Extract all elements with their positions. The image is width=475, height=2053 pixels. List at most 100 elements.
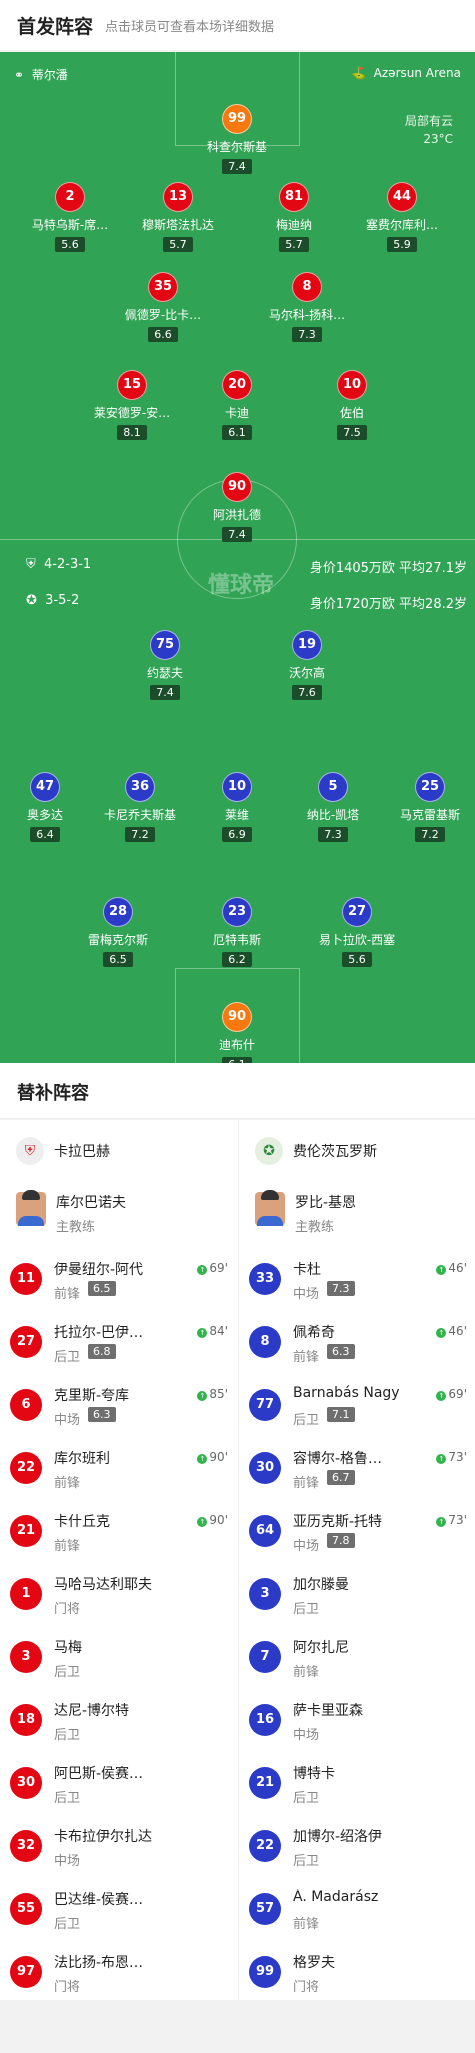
sub-player[interactable]: 64 亚历克斯-托特 中场 7.8 ↑ 73' — [249, 1507, 469, 1559]
sub-player[interactable]: 18 达尼-博尔特 后卫 — [10, 1696, 230, 1748]
sub-player[interactable]: 21 博特卡 后卫 — [249, 1759, 469, 1811]
sub-player[interactable]: 3 马梅后卫 — [10, 1633, 230, 1685]
sub-player[interactable]: 30 容博尔-格鲁… 前锋 6.7 ↑ 73' — [249, 1444, 469, 1496]
sub-in-icon: ↑ — [197, 1328, 208, 1338]
player-name: 马尔科-扬科… — [268, 308, 346, 322]
watermark: 懂球帝 — [208, 573, 275, 598]
home-player[interactable]: 8 马尔科-扬科… 7.3 — [247, 272, 367, 342]
player-position: 后卫 — [54, 1728, 81, 1743]
player-name: 佐伯 — [339, 406, 364, 420]
sub-player[interactable]: 33 卡杜 中场 7.3 ↑ 46' — [249, 1255, 469, 1307]
home-player[interactable]: 81 梅迪纳 5.7 — [234, 182, 354, 252]
player-number: 28 — [103, 897, 133, 927]
sub-player[interactable]: 32 卡布拉伊尔扎达 中场 — [10, 1822, 230, 1874]
sub-player[interactable]: 22 加博尔-绍洛伊 后卫 — [249, 1822, 469, 1874]
player-rating: 5.6 — [342, 952, 372, 967]
home-player[interactable]: 44 塞费尔库利… 5.9 — [342, 182, 462, 252]
sub-player[interactable]: 30 阿巴斯-侯赛… 后卫 — [10, 1759, 230, 1811]
player-name: Á. Madarász — [293, 1889, 379, 1905]
player-position: 后卫 — [293, 1791, 320, 1806]
sub-player[interactable]: 57 Á. Madarász 前锋 — [249, 1885, 469, 1937]
player-name: 格罗夫 — [293, 1955, 335, 1971]
player-number: 90 — [222, 472, 252, 502]
player-number: 3 — [10, 1641, 42, 1673]
away-player[interactable]: 25 马克雷基斯 7.2 — [370, 772, 475, 842]
home-player[interactable]: 35 佩德罗-比卡… 6.6 — [103, 272, 223, 342]
player-rating: 7.2 — [415, 827, 445, 842]
away-formation: ✪ 3-5-2 — [26, 593, 80, 608]
away-player[interactable]: 75 约瑟夫 7.4 — [105, 630, 225, 700]
home-player[interactable]: 15 莱安德罗-安… 8.1 — [72, 370, 192, 440]
sub-player[interactable]: 97 法比扬-布恩… 门将 — [10, 1948, 230, 2000]
sub-player[interactable]: 77 Barnabás Nagy 后卫 7.1 ↑ 69' — [249, 1381, 469, 1433]
player-number: 3 — [249, 1578, 281, 1610]
player-position: 后卫 — [293, 1413, 320, 1428]
away-player[interactable]: 19 沃尔高 7.6 — [247, 630, 367, 700]
player-number: 22 — [10, 1452, 42, 1484]
player-name: 穆斯塔法扎达 — [141, 218, 214, 232]
player-number: 8 — [292, 272, 322, 302]
away-player[interactable]: 28 雷梅克尔斯 6.5 — [58, 897, 178, 967]
away-bench-team[interactable]: ✪ 费伦茨瓦罗斯 — [255, 1136, 377, 1166]
sub-player[interactable]: 1 马哈马达利耶夫 门将 — [10, 1570, 230, 1622]
player-name: 卡迪 — [224, 406, 249, 420]
player-number: 27 — [10, 1326, 42, 1358]
away-player[interactable]: 23 厄特韦斯 6.2 — [177, 897, 297, 967]
player-rating: 6.6 — [148, 327, 178, 342]
player-position: 中场 — [293, 1728, 320, 1743]
player-number: 33 — [249, 1263, 281, 1295]
sub-player[interactable]: 6 克里斯-夸库 中场 6.3 ↑ 85' — [10, 1381, 230, 1433]
player-rating: 7.3 — [318, 827, 348, 842]
player-rating: 7.5 — [337, 425, 367, 440]
home-player[interactable]: 20 卡迪 6.1 — [177, 370, 297, 440]
sub-player[interactable]: 3 加尔滕曼 后卫 — [249, 1570, 469, 1622]
home-player[interactable]: 90 阿洪扎德 7.4 — [177, 472, 297, 542]
home-bench-team[interactable]: ⛨ 卡拉巴赫 — [16, 1136, 110, 1166]
player-number: 10 — [337, 370, 367, 400]
player-name: 亚历克斯-托特 — [293, 1514, 383, 1530]
sub-in-icon: ↑ — [436, 1517, 447, 1527]
home-player[interactable]: 99 科查尔斯基 7.4 — [177, 104, 297, 174]
player-position: 后卫 — [54, 1665, 81, 1680]
away-coach[interactable]: 罗比-基恩 主教练 — [255, 1190, 356, 1235]
sub-player[interactable]: 7 阿尔扎尼 前锋 — [249, 1633, 469, 1685]
away-player[interactable]: 90迪布什6.1 — [177, 1002, 297, 1063]
player-name: 萨卡里亚森 — [293, 1703, 363, 1719]
player-number: 57 — [249, 1893, 281, 1925]
home-player[interactable]: 10 佐伯 7.5 — [292, 370, 412, 440]
sub-player[interactable]: 99 格罗夫 门将 — [249, 1948, 469, 2000]
sub-player[interactable]: 11 伊曼纽尔-阿代 前锋 6.5 ↑ 69' — [10, 1255, 230, 1307]
player-position: 后卫 — [293, 1854, 320, 1869]
sub-player[interactable]: 16 萨卡里亚森 中场 — [249, 1696, 469, 1748]
player-position: 中场 — [54, 1854, 81, 1869]
player-number: 8 — [249, 1326, 281, 1358]
player-name: 厄特韦斯 — [212, 933, 261, 947]
player-name: 雷梅克尔斯 — [87, 933, 148, 947]
away-player[interactable]: 27 易卜拉欣-西塞 5.6 — [297, 897, 417, 967]
home-coach[interactable]: 库尔巴诺夫 主教练 — [16, 1190, 126, 1235]
player-name: 佩德罗-比卡… — [124, 308, 202, 322]
player-name: 马梅 — [54, 1640, 82, 1656]
sub-player[interactable]: 8 佩希奇 前锋 6.3 ↑ 46' — [249, 1318, 469, 1370]
player-number: 19 — [292, 630, 322, 660]
sub-player[interactable]: 27 托拉尔-巴伊… 后卫 6.8 ↑ 84' — [10, 1318, 230, 1370]
player-rating: 6.3 — [327, 1344, 355, 1359]
sub-player[interactable]: 22 库尔班利 前锋 ↑ 90' — [10, 1444, 230, 1496]
player-name: 阿尔扎尼 — [293, 1640, 349, 1656]
sub-player[interactable]: 55 巴达维-侯赛… 后卫 — [10, 1885, 230, 1937]
player-number: 23 — [222, 897, 252, 927]
home-player[interactable]: 13 穆斯塔法扎达 5.7 — [118, 182, 238, 252]
player-number: 10 — [222, 772, 252, 802]
player-position: 中场 — [293, 1287, 320, 1302]
sub-in-icon: ↑ — [197, 1391, 208, 1401]
player-position: 前锋 — [293, 1917, 320, 1932]
home-player[interactable]: 2 马特乌斯-席… 5.6 — [10, 182, 130, 252]
player-number: 35 — [148, 272, 178, 302]
sub-in-time: ↑ 73' — [436, 1513, 467, 1527]
sub-in-time: ↑ 69' — [197, 1261, 228, 1275]
player-name: 科查尔斯基 — [206, 140, 267, 154]
player-rating: 6.9 — [222, 827, 252, 842]
sub-player[interactable]: 21 卡什丘克 前锋 ↑ 90' — [10, 1507, 230, 1559]
player-rating: 6.1 — [222, 425, 252, 440]
player-name: 卡杜 — [293, 1262, 321, 1278]
